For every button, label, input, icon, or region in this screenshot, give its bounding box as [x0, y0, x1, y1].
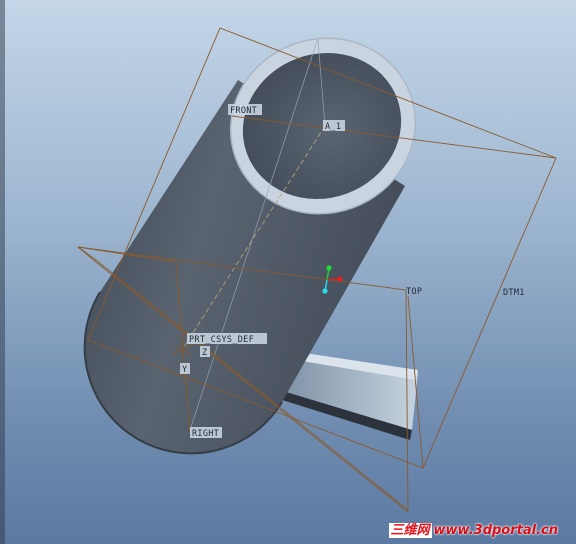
watermark-url: www.3dportal.cn: [433, 523, 558, 538]
model-scene[interactable]: FRONT A_1 TOP DTM1 PRT_CSYS_DEF Z Y RIGH…: [0, 0, 576, 544]
datum-tag-csys[interactable]: PRT_CSYS_DEF: [187, 333, 267, 345]
datum-tag-top[interactable]: TOP: [406, 287, 422, 297]
svg-text:PRT_CSYS_DEF: PRT_CSYS_DEF: [189, 335, 254, 345]
datum-tag-right[interactable]: RIGHT: [190, 427, 222, 439]
watermark-chinese: 三维网: [388, 523, 432, 538]
svg-text:TOP: TOP: [406, 287, 422, 297]
model-viewport[interactable]: FRONT A_1 TOP DTM1 PRT_CSYS_DEF Z Y RIGH…: [0, 0, 576, 544]
svg-text:FRONT: FRONT: [230, 106, 257, 116]
svg-text:DTM1: DTM1: [503, 288, 525, 298]
datum-tag-front[interactable]: FRONT: [228, 104, 262, 116]
watermark: 三维网 www.3dportal.cn: [388, 519, 558, 538]
datum-tag-dtm1[interactable]: DTM1: [503, 288, 525, 298]
svg-text:RIGHT: RIGHT: [192, 429, 219, 439]
svg-text:Y: Y: [182, 365, 187, 375]
svg-text:A_1: A_1: [325, 122, 341, 132]
csys-axis-z-label: Z: [200, 346, 210, 358]
svg-text:Z: Z: [202, 348, 207, 358]
csys-axis-y-label: Y: [180, 363, 190, 375]
datum-tag-axis[interactable]: A_1: [323, 120, 345, 132]
